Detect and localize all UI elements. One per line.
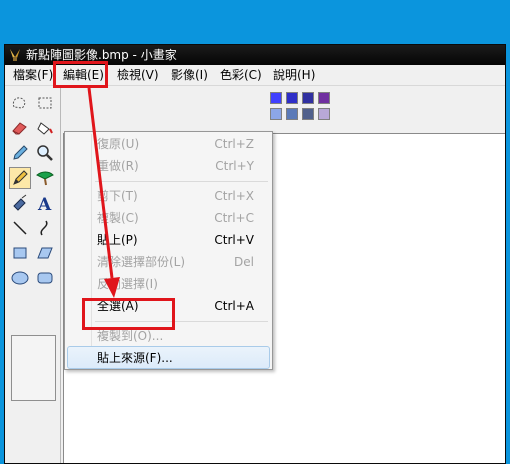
annotation-arrow: [87, 87, 120, 298]
